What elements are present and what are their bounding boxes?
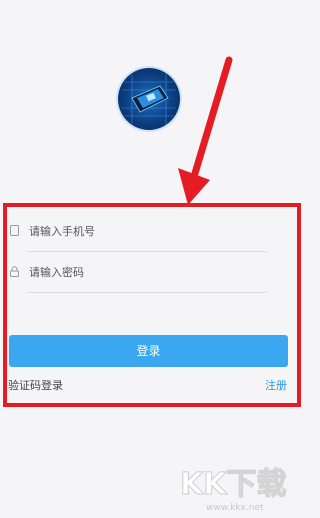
app-logo-icon (118, 68, 180, 130)
password-placeholder: 请输入密码 (29, 266, 84, 279)
register-link[interactable]: 注册 (265, 377, 287, 393)
watermark-logo: KK下载 (180, 466, 287, 502)
lock-icon (10, 266, 19, 277)
login-button[interactable]: 登录 (9, 335, 288, 367)
phone-field[interactable]: 请输入手机号 (10, 211, 267, 252)
svg-text:KK下载: KK下载 (180, 467, 287, 502)
phone-placeholder: 请输入手机号 (29, 225, 95, 238)
watermark-url: www.kkx.net (206, 503, 264, 513)
phone-icon (10, 225, 19, 236)
sms-login-link[interactable]: 验证码登录 (8, 377, 63, 393)
password-field[interactable]: 请输入密码 (10, 252, 267, 293)
